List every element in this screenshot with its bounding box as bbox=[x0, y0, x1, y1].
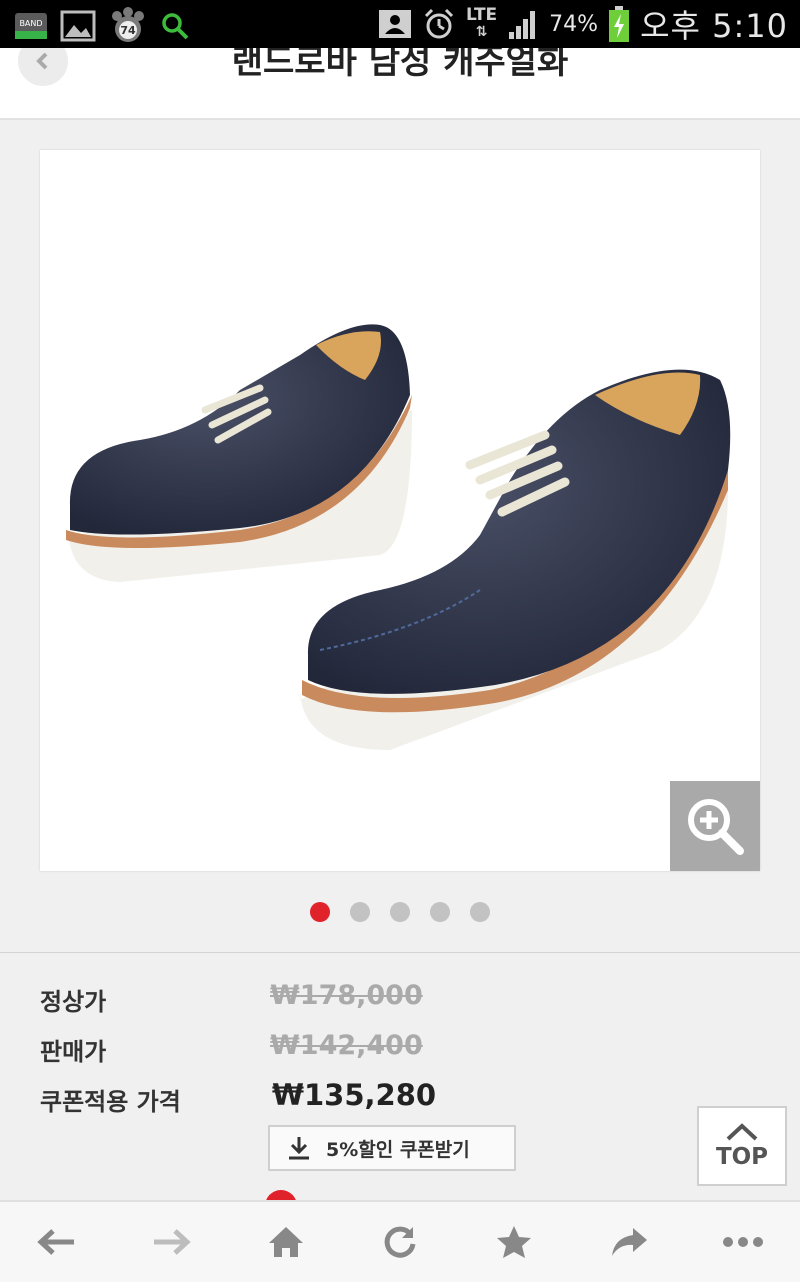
divider bbox=[0, 952, 800, 953]
regular-price-value: ₩178,000 bbox=[270, 980, 423, 1011]
share-icon bbox=[611, 1228, 647, 1256]
status-bar: BAND 74 LTE ⇅ 74% 오후 5:10 bbox=[0, 0, 800, 48]
pagination-dot[interactable] bbox=[430, 902, 450, 922]
clock: 오후 5:10 bbox=[640, 7, 788, 45]
alarm-icon bbox=[422, 7, 456, 41]
sale-price-label: 판매가 bbox=[40, 1038, 107, 1066]
browser-back-button[interactable] bbox=[17, 1207, 97, 1277]
pagination-dot[interactable] bbox=[350, 902, 370, 922]
regular-price-label: 정상가 bbox=[40, 988, 107, 1016]
coupon-price-label: 쿠폰적용 가격 bbox=[40, 1088, 181, 1116]
zoom-button[interactable] bbox=[670, 781, 760, 871]
shoe-photo bbox=[66, 324, 731, 750]
shoe-left bbox=[66, 324, 412, 582]
refresh-icon bbox=[384, 1226, 416, 1258]
home-icon bbox=[268, 1227, 303, 1257]
battery-percent: 74% bbox=[549, 11, 599, 37]
paw-icon: 74 bbox=[108, 6, 148, 46]
coupon-button-label: 5%할인 쿠폰받기 bbox=[326, 1138, 470, 1161]
page-header: 랜드로바 남성 캐주얼화 bbox=[0, 48, 800, 120]
pagination-dot[interactable] bbox=[470, 902, 490, 922]
forward-arrow-icon bbox=[154, 1229, 192, 1255]
browser-forward-button[interactable] bbox=[131, 1207, 211, 1277]
band-label: BAND bbox=[19, 19, 42, 28]
lte-icon: LTE ⇅ bbox=[465, 5, 498, 41]
gallery-icon bbox=[60, 9, 96, 43]
chevron-up-icon bbox=[726, 1123, 758, 1141]
share-button[interactable] bbox=[589, 1207, 669, 1277]
zoom-in-icon bbox=[688, 799, 744, 855]
battery-icon bbox=[608, 5, 630, 43]
refresh-button[interactable] bbox=[360, 1207, 440, 1277]
signal-icon bbox=[507, 8, 539, 40]
coupon-price-value: ₩135,280 bbox=[272, 1078, 437, 1112]
network-label: LTE bbox=[465, 5, 498, 25]
scroll-top-button[interactable]: TOP bbox=[697, 1106, 787, 1186]
product-image[interactable] bbox=[40, 150, 760, 871]
pagination-dot[interactable] bbox=[390, 902, 410, 922]
top-label: TOP bbox=[715, 1144, 769, 1170]
band-icon: BAND bbox=[14, 9, 48, 43]
home-button[interactable] bbox=[246, 1207, 326, 1277]
more-button[interactable] bbox=[703, 1207, 783, 1277]
back-arrow-icon bbox=[37, 1229, 75, 1255]
coupon-download-button[interactable]: 5%할인 쿠폰받기 bbox=[268, 1125, 516, 1171]
search-icon bbox=[160, 11, 190, 41]
notification-badge: 74 bbox=[120, 24, 136, 37]
browser-toolbar bbox=[0, 1200, 800, 1282]
sale-price-value: ₩142,400 bbox=[270, 1030, 423, 1061]
download-icon bbox=[289, 1137, 309, 1160]
star-icon bbox=[497, 1226, 532, 1258]
bookmark-button[interactable] bbox=[474, 1207, 554, 1277]
more-icon bbox=[722, 1237, 763, 1247]
pagination-dot[interactable] bbox=[310, 902, 330, 922]
page-title: 랜드로바 남성 캐주얼화 bbox=[231, 48, 569, 82]
gallery-pagination bbox=[0, 902, 800, 922]
contact-icon bbox=[378, 9, 412, 39]
